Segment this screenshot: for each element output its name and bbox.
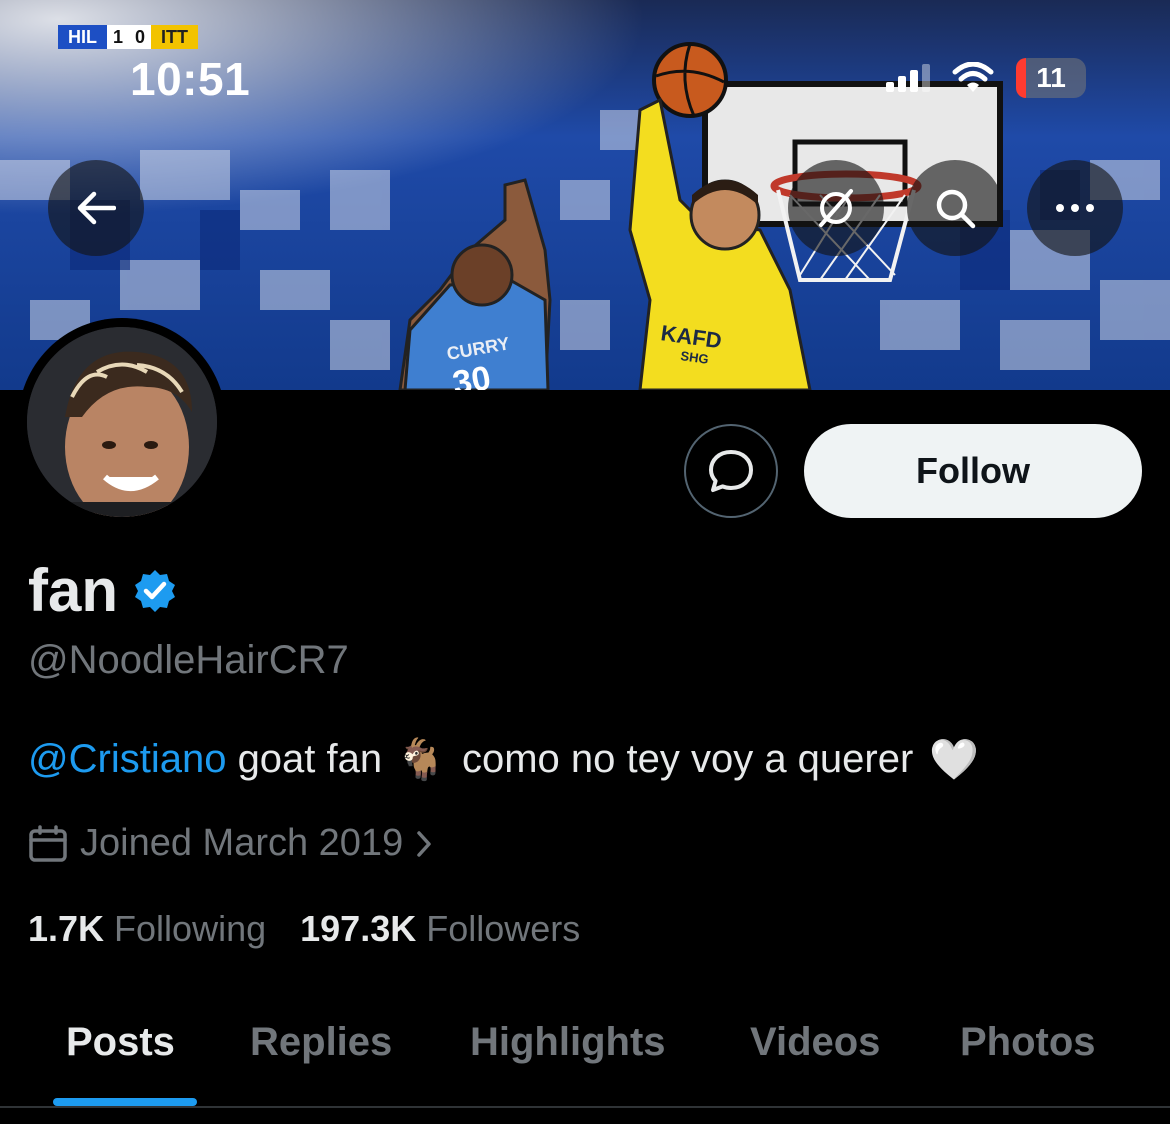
bio-mention-link[interactable]: @Cristiano bbox=[28, 737, 226, 782]
followers-count: 197.3K bbox=[300, 908, 417, 949]
live-score-ticker[interactable]: HIL 1 0 ITT bbox=[58, 25, 199, 49]
more-options-button[interactable] bbox=[1027, 160, 1123, 256]
following-label: Following bbox=[114, 908, 267, 949]
following-stat[interactable]: 1.7K Following bbox=[28, 908, 266, 950]
wifi-icon bbox=[952, 62, 994, 92]
profile-bio: @Cristiano goat fan 🐐 como no tey voy a … bbox=[28, 736, 979, 783]
message-icon bbox=[709, 450, 753, 492]
follow-stats: 1.7K Following 197.3K Followers bbox=[28, 908, 580, 950]
profile-banner[interactable]: KAFD SHG CURRY 30 HIL 1 0 ITT 10:51 11 bbox=[0, 0, 1170, 390]
search-button[interactable] bbox=[907, 160, 1003, 256]
profile-tabs: Posts Replies Highlights Videos Photos bbox=[0, 1000, 1170, 1108]
score-b: 0 bbox=[129, 25, 152, 49]
following-count: 1.7K bbox=[28, 908, 105, 949]
more-icon bbox=[1056, 204, 1094, 212]
chevron-right-icon bbox=[417, 830, 431, 857]
avatar-image bbox=[27, 327, 217, 517]
joined-date-label: Joined March 2019 bbox=[80, 822, 404, 864]
tab-videos[interactable]: Videos bbox=[750, 1020, 880, 1065]
grok-icon bbox=[819, 189, 853, 227]
cellular-signal-icon bbox=[886, 64, 930, 92]
message-button[interactable] bbox=[684, 424, 778, 518]
status-bar-indicators: 11 bbox=[886, 58, 1086, 98]
followers-label: Followers bbox=[426, 908, 581, 949]
team-a-label: HIL bbox=[58, 25, 107, 49]
display-name-row: fan bbox=[28, 556, 178, 625]
back-button[interactable] bbox=[48, 160, 144, 256]
goat-emoji: 🐐 bbox=[396, 738, 446, 782]
profile-avatar[interactable] bbox=[18, 318, 226, 526]
bio-text-1: goat fan bbox=[237, 737, 383, 781]
joined-date-row[interactable]: Joined March 2019 bbox=[28, 822, 433, 865]
calendar-icon bbox=[29, 824, 67, 862]
svg-text:30: 30 bbox=[450, 359, 494, 390]
search-icon bbox=[936, 189, 976, 229]
battery-indicator: 11 bbox=[1016, 58, 1086, 98]
white-heart-emoji: 🤍 bbox=[929, 738, 980, 782]
tab-posts[interactable]: Posts bbox=[66, 1020, 175, 1065]
verified-badge-icon[interactable] bbox=[132, 568, 178, 614]
display-name: fan bbox=[28, 557, 118, 624]
status-bar-time: 10:51 bbox=[130, 53, 251, 105]
tab-replies[interactable]: Replies bbox=[250, 1020, 392, 1065]
tabs-divider bbox=[0, 1106, 1170, 1108]
grok-button[interactable] bbox=[788, 160, 884, 256]
arrow-left-icon bbox=[77, 191, 116, 225]
tab-highlights[interactable]: Highlights bbox=[470, 1020, 666, 1065]
score-a: 1 bbox=[107, 25, 130, 49]
tab-photos[interactable]: Photos bbox=[960, 1020, 1096, 1065]
user-handle: @NoodleHairCR7 bbox=[28, 638, 349, 682]
followers-stat[interactable]: 197.3K Followers bbox=[300, 908, 580, 950]
follow-button[interactable]: Follow bbox=[804, 424, 1142, 518]
active-tab-indicator bbox=[53, 1098, 197, 1106]
team-b-label: ITT bbox=[151, 25, 199, 49]
bio-text-2: como no tey voy a querer bbox=[461, 737, 914, 781]
